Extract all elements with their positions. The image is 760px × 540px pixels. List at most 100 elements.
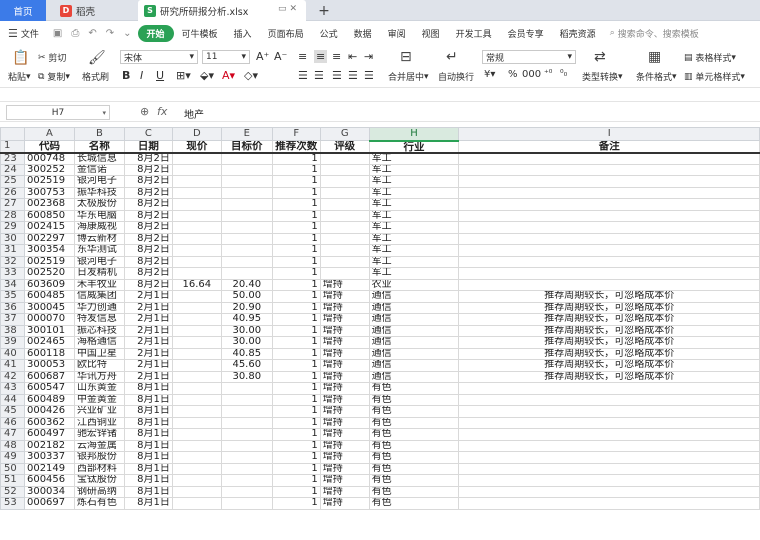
cell-industry[interactable]: 军工 [368, 198, 460, 211]
cell-target[interactable] [220, 209, 273, 222]
conditional-format-button[interactable]: 条件格式 ▾ [636, 70, 677, 84]
font-size-select[interactable]: 11 ▾ [202, 50, 250, 64]
cell-target[interactable]: 40.85 [220, 347, 273, 360]
cell-target[interactable] [220, 451, 273, 464]
cell-remark[interactable] [458, 232, 760, 245]
cell-price[interactable] [171, 347, 222, 360]
cell-name[interactable]: 海康威视 [73, 221, 125, 234]
cell-code[interactable]: 000070 [23, 313, 75, 326]
cell-price[interactable] [171, 359, 222, 372]
font-name-select[interactable]: 宋体 ▾ [120, 50, 198, 64]
cell-name[interactable]: 振芯科技 [73, 324, 125, 337]
cell-industry[interactable]: 通信 [368, 359, 460, 372]
cell-count[interactable]: 1 [271, 485, 321, 498]
cell-rating[interactable]: 增持 [319, 405, 370, 418]
cell-target[interactable] [220, 485, 273, 498]
cell-count[interactable]: 1 [271, 359, 321, 372]
cell-rating[interactable]: 增持 [319, 416, 370, 429]
cell-remark[interactable] [458, 497, 760, 510]
paste-icon[interactable]: 📋 [12, 50, 29, 66]
menu-insert[interactable]: 插入 [226, 27, 260, 40]
cell-industry[interactable]: 通信 [368, 370, 460, 383]
cell-code[interactable]: 600687 [23, 370, 75, 383]
column-header-d[interactable]: D [171, 127, 222, 141]
cell-industry[interactable]: 农业 [368, 278, 460, 291]
cell-count[interactable]: 1 [271, 163, 321, 176]
cell-industry[interactable]: 通信 [368, 347, 460, 360]
column-header-b[interactable]: B [73, 127, 125, 141]
cell-remark[interactable]: 推荐周期较长，可忽略成本价 [458, 313, 760, 326]
cell-code[interactable]: 300034 [23, 485, 75, 498]
cell-rating[interactable] [319, 186, 370, 199]
cell-date[interactable]: 8月2日 [123, 221, 173, 234]
cell-industry[interactable]: 通信 [368, 313, 460, 326]
cell-target[interactable]: 20.40 [220, 278, 273, 291]
cell-remark[interactable] [458, 278, 760, 291]
cell-count[interactable]: 1 [271, 301, 321, 314]
cell-target[interactable] [220, 382, 273, 395]
column-header-a[interactable]: A [23, 127, 75, 141]
cell-rating[interactable] [319, 209, 370, 222]
cell-remark[interactable] [458, 267, 760, 280]
cell-industry[interactable]: 有色 [368, 462, 460, 475]
cell-rating[interactable] [319, 244, 370, 257]
cell-name[interactable]: 山东黄金 [73, 382, 125, 395]
cell-date[interactable]: 8月1日 [123, 428, 173, 441]
column-header-f[interactable]: F [271, 127, 321, 141]
cell-name[interactable]: 东华测试 [73, 244, 125, 257]
menu-developer[interactable]: 开发工具 [448, 27, 500, 40]
cell-count[interactable]: 1 [271, 347, 321, 360]
cell-count[interactable]: 1 [271, 428, 321, 441]
row-number[interactable]: 42 [0, 370, 25, 383]
cell-rating[interactable]: 增持 [319, 451, 370, 464]
cell-remark[interactable]: 推荐周期较长，可忽略成本价 [458, 336, 760, 349]
row-number[interactable]: 30 [0, 232, 25, 245]
cell-code[interactable]: 002465 [23, 336, 75, 349]
cell-name[interactable]: 太极股份 [73, 198, 125, 211]
cell-name[interactable]: 中金黄金 [73, 393, 125, 406]
cell-target[interactable] [220, 393, 273, 406]
column-header-i[interactable]: I [458, 127, 760, 141]
header-cell-code[interactable]: 代码 [23, 140, 75, 154]
cell-remark[interactable] [458, 416, 760, 429]
cell-industry[interactable]: 有色 [368, 428, 460, 441]
cell-code[interactable]: 002520 [23, 267, 75, 280]
cell-target[interactable]: 30.00 [220, 324, 273, 337]
cell-industry[interactable]: 通信 [368, 336, 460, 349]
cell-rating[interactable]: 增持 [319, 347, 370, 360]
cell-count[interactable]: 1 [271, 405, 321, 418]
cell-code[interactable]: 300252 [23, 163, 75, 176]
row-number[interactable]: 32 [0, 255, 25, 268]
cell-industry[interactable]: 军工 [368, 209, 460, 222]
wrap-text-button[interactable]: 自动换行 [438, 70, 474, 83]
cell-price[interactable]: 16.64 [171, 278, 222, 291]
cell-date[interactable]: 8月1日 [123, 382, 173, 395]
cell-rating[interactable] [319, 232, 370, 245]
merge-icon[interactable]: ⊟ [400, 49, 412, 65]
increase-font-icon[interactable]: A⁺ [256, 50, 269, 63]
cell-price[interactable] [171, 198, 222, 211]
formula-input[interactable]: 地产 [184, 106, 204, 121]
thousands-icon[interactable]: 000 [522, 69, 541, 80]
cell-price[interactable] [171, 439, 222, 452]
cell-date[interactable]: 8月2日 [123, 198, 173, 211]
type-convert-icon[interactable]: ⇄ [594, 49, 606, 65]
row-number[interactable]: 36 [0, 301, 25, 314]
cell-industry[interactable]: 军工 [368, 221, 460, 234]
cell-rating[interactable]: 增持 [319, 474, 370, 487]
cell-price[interactable] [171, 416, 222, 429]
cell-target[interactable] [220, 439, 273, 452]
cell-code[interactable]: 300753 [23, 186, 75, 199]
cell-target[interactable] [220, 267, 273, 280]
menu-view[interactable]: 视图 [414, 27, 448, 40]
cell-remark[interactable] [458, 244, 760, 257]
header-cell-remark[interactable]: 备注 [458, 140, 760, 154]
cell-price[interactable] [171, 163, 222, 176]
cell-price[interactable] [171, 485, 222, 498]
cell-count[interactable]: 1 [271, 267, 321, 280]
cell-count[interactable]: 1 [271, 209, 321, 222]
cell-rating[interactable]: 增持 [319, 485, 370, 498]
cell-target[interactable] [220, 462, 273, 475]
row-number[interactable]: 49 [0, 451, 25, 464]
row-number[interactable]: 45 [0, 405, 25, 418]
